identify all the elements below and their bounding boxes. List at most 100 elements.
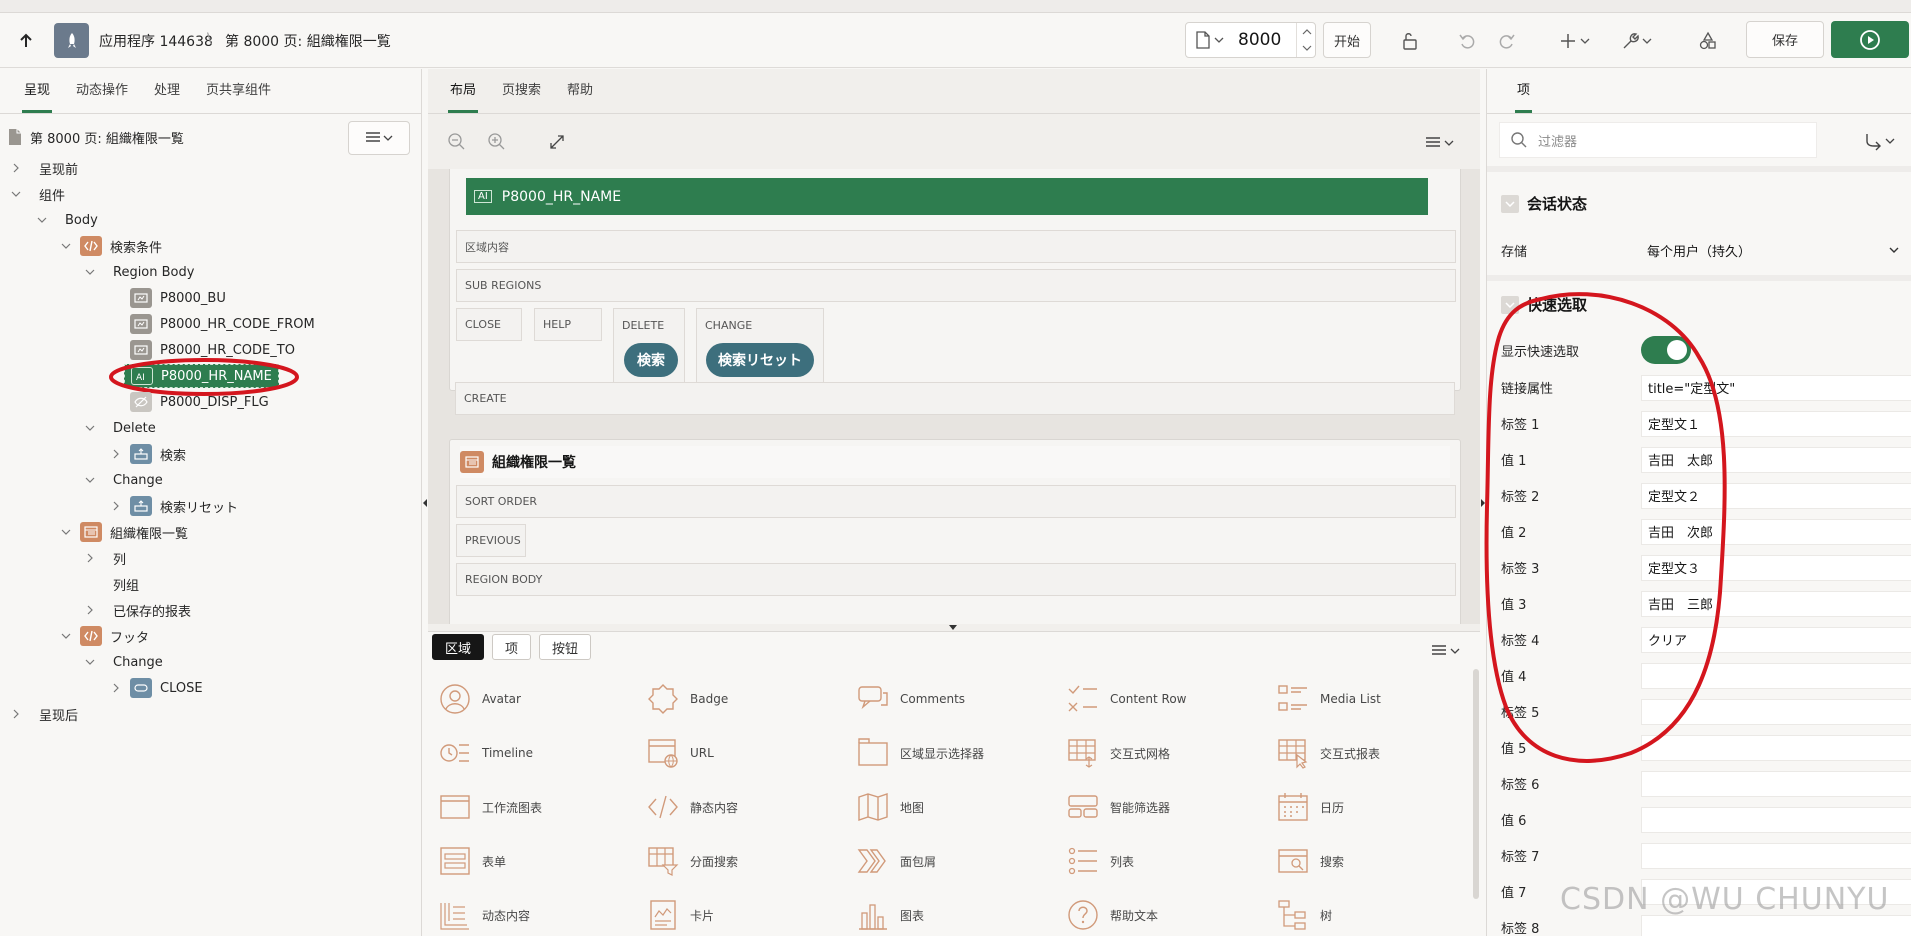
gallery-item[interactable]: 表单 [438, 844, 506, 878]
tree-page-root[interactable]: 第 8000 页: 組織権限一覧 [8, 124, 184, 150]
shared-components-icon[interactable] [1696, 29, 1720, 53]
gallery-item[interactable]: 智能筛选器 [1066, 790, 1170, 824]
tree-button-reset[interactable]: 検索リセット [110, 493, 238, 519]
canvas-search-button[interactable]: 検索 [624, 343, 678, 377]
gallery-item[interactable]: 区域显示选择器 [856, 736, 984, 770]
section-session-state[interactable]: 会话状态 [1501, 193, 1587, 214]
slot-previous[interactable]: PREVIOUS [456, 524, 526, 557]
gallery-tab-items[interactable]: 项 [492, 634, 532, 660]
undo-icon[interactable] [1455, 29, 1479, 53]
gallery-item[interactable]: 卡片 [646, 898, 714, 932]
save-button[interactable]: 保存 [1746, 21, 1824, 58]
expand-icon[interactable] [544, 129, 570, 155]
tree-delete-position[interactable]: Delete [84, 415, 156, 441]
zoom-out-icon[interactable] [444, 129, 470, 155]
gallery-item[interactable]: 交互式网格 [1066, 736, 1170, 770]
tab-rendering[interactable]: 呈现 [22, 69, 53, 113]
go-to-group-icon[interactable] [1861, 129, 1901, 153]
tree-before-header[interactable]: 呈现前 [10, 155, 78, 181]
gallery-item[interactable]: 静态内容 [646, 790, 738, 824]
gallery-item[interactable]: URL [646, 736, 714, 770]
gallery-tab-buttons[interactable]: 按钮 [539, 634, 592, 660]
tab-help[interactable]: 帮助 [565, 69, 595, 113]
gallery-item[interactable]: 图表 [856, 898, 924, 932]
gallery-item[interactable]: Avatar [438, 682, 521, 716]
tab-shared-components[interactable]: 页共享组件 [204, 69, 273, 113]
label-6-field[interactable] [1641, 770, 1911, 797]
tree-change-position[interactable]: Change [84, 467, 163, 493]
tree-item[interactable]: P8000_HR_CODE_FROM [130, 311, 315, 337]
gallery-item[interactable]: Media List [1276, 682, 1381, 716]
run-button[interactable] [1831, 21, 1909, 58]
tree-components[interactable]: 组件 [10, 181, 65, 207]
tab-item[interactable]: 项 [1515, 69, 1533, 113]
tree-region-report[interactable]: 組織権限一覧 [60, 519, 188, 545]
tree-item[interactable]: P8000_DISP_FLG [130, 389, 269, 415]
gallery-item[interactable]: 分面搜索 [646, 844, 738, 878]
layout-menu-icon[interactable] [1420, 131, 1460, 155]
gallery-item[interactable]: 帮助文本 [1066, 898, 1158, 932]
gallery-item[interactable]: Timeline [438, 736, 533, 770]
slot-close[interactable]: CLOSE [456, 308, 522, 341]
slot-region-body[interactable]: REGION BODY [456, 563, 1456, 596]
gallery-item[interactable]: 面包屑 [856, 844, 936, 878]
tree-column-groups[interactable]: 列组 [113, 571, 139, 597]
tab-layout[interactable]: 布局 [448, 69, 479, 113]
canvas-reset-button[interactable]: 検索リセット [706, 343, 814, 377]
plus-icon[interactable] [1558, 29, 1594, 53]
slot-region-content[interactable]: 区域内容 [456, 230, 1456, 263]
start-button[interactable]: 开始 [1323, 22, 1371, 58]
tree-item[interactable]: P8000_BU [130, 285, 226, 311]
tree-button-close[interactable]: CLOSE [110, 675, 203, 701]
filter-input[interactable]: 过滤器 [1499, 122, 1817, 158]
gallery-menu-icon[interactable] [1426, 640, 1466, 662]
slot-sub-regions[interactable]: SUB REGIONS [456, 269, 1456, 302]
gallery-item[interactable]: 动态内容 [438, 898, 530, 932]
tree-body[interactable]: Body [36, 207, 98, 233]
tab-processing[interactable]: 处理 [152, 69, 182, 113]
canvas-selected-item[interactable]: AI P8000_HR_NAME [466, 178, 1428, 215]
gallery-item[interactable]: Comments [856, 682, 965, 716]
tree-columns[interactable]: 列 [84, 545, 126, 571]
storage-select[interactable]: 每个用户（持久） [1641, 236, 1911, 266]
gallery-item[interactable]: 工作流图表 [438, 790, 542, 824]
label-7-field[interactable] [1641, 842, 1911, 869]
gallery-item[interactable]: 树 [1276, 898, 1332, 932]
gallery-item[interactable]: 地图 [856, 790, 924, 824]
tree-button-search[interactable]: 検索 [110, 441, 186, 467]
tree-region-body[interactable]: Region Body [84, 259, 194, 285]
tree-saved-reports[interactable]: 已保存的报表 [84, 597, 191, 623]
gallery-item[interactable]: 交互式报表 [1276, 736, 1380, 770]
gallery-splitter[interactable] [428, 624, 1480, 631]
page-stepper[interactable] [1296, 23, 1316, 57]
tab-page-search[interactable]: 页搜索 [500, 69, 543, 113]
gallery-item[interactable]: Content Row [1066, 682, 1187, 716]
wrench-icon[interactable] [1620, 29, 1656, 53]
tree-region-footer[interactable]: フッタ [60, 623, 149, 649]
tab-dynamic-actions[interactable]: 动态操作 [74, 69, 130, 113]
lock-icon[interactable] [1398, 29, 1422, 53]
redo-icon[interactable] [1495, 29, 1519, 53]
app-name-link[interactable]: 应用程序 144638 [99, 31, 213, 51]
gallery-tab-regions[interactable]: 区域 [432, 634, 485, 660]
label-8-field[interactable] [1641, 914, 1911, 936]
gallery-item[interactable]: 搜索 [1276, 844, 1344, 878]
zoom-in-icon[interactable] [484, 129, 510, 155]
gallery-item[interactable]: 列表 [1066, 844, 1134, 878]
tree-region-search[interactable]: 検索条件 [60, 233, 162, 259]
page-selector[interactable]: 8000 [1185, 22, 1316, 58]
gallery-item[interactable]: 日历 [1276, 790, 1344, 824]
page-number-input[interactable]: 8000 [1238, 30, 1281, 50]
layout-canvas[interactable]: AI P8000_HR_NAME 区域内容 SUB REGIONS CLOSE … [428, 169, 1480, 624]
value-6-field[interactable] [1641, 806, 1911, 833]
gallery-scrollbar[interactable] [1473, 669, 1479, 899]
up-arrow-icon[interactable] [14, 29, 38, 53]
tree-after-header[interactable]: 呈现后 [10, 701, 78, 727]
tree-footer-change[interactable]: Change [84, 649, 163, 675]
app-icon[interactable] [54, 23, 89, 58]
slot-create[interactable]: CREATE [455, 382, 1455, 415]
tree-menu-button[interactable] [348, 121, 410, 155]
gallery-item[interactable]: Badge [646, 682, 728, 716]
slot-sort-order[interactable]: SORT ORDER [456, 485, 1456, 518]
slot-help[interactable]: HELP [534, 308, 602, 341]
